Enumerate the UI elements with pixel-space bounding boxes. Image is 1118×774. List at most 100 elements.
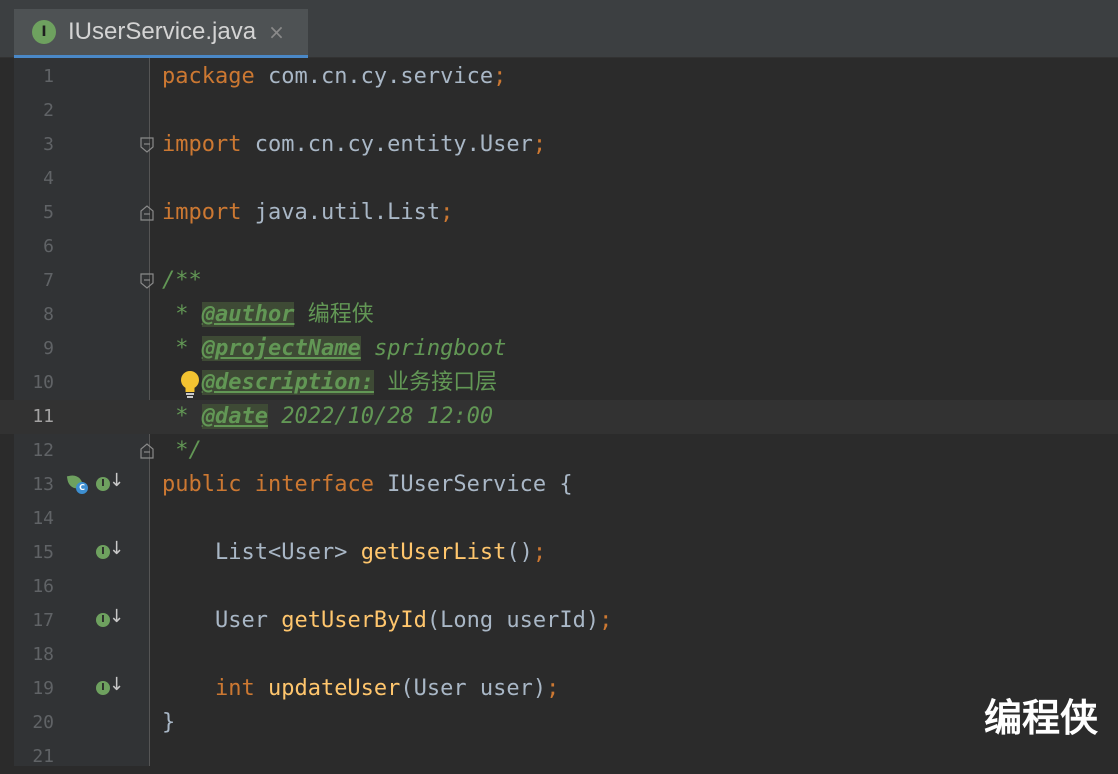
keyword-public: public xyxy=(162,472,242,497)
code-line-8: 8 * @author 编程侠 xyxy=(0,298,1118,332)
code-line-20: 20 } xyxy=(0,706,1118,740)
code-line-16: 16 xyxy=(0,570,1118,604)
fold-open-icon[interactable] xyxy=(140,273,154,289)
code-line-15: 15 I ↓ List<User> getUserList(); xyxy=(0,536,1118,570)
import-path: com.cn.cy.entity.User xyxy=(241,132,533,157)
down-arrow-icon: ↓ xyxy=(109,606,125,627)
code-line-2: 2 xyxy=(0,94,1118,128)
doc-tag-description: @description: xyxy=(201,370,374,395)
method-updateuser: updateUser xyxy=(254,676,401,701)
line-number: 16 xyxy=(32,576,54,597)
lightbulb-icon[interactable] xyxy=(178,369,202,399)
line-number: 7 xyxy=(43,270,54,291)
code-line-14: 14 xyxy=(0,502,1118,536)
down-arrow-icon: ↓ xyxy=(109,538,125,559)
doc-date-value: 2022/10/28 12:00 xyxy=(267,404,494,429)
method-params: (Long userId) xyxy=(426,608,600,633)
line-number: 18 xyxy=(32,644,54,665)
line-number: 21 xyxy=(32,746,54,767)
fold-close-icon[interactable] xyxy=(140,443,154,459)
down-arrow-icon: ↓ xyxy=(109,470,125,491)
doc-description-value: 业务接口层 xyxy=(373,370,498,395)
doc-tag-projectname: @projectName xyxy=(201,336,361,361)
keyword-interface: interface xyxy=(241,472,374,497)
code-line-6: 6 xyxy=(0,230,1118,264)
doc-tag-author: @author xyxy=(201,302,295,327)
javadoc-open: /** xyxy=(162,268,202,293)
implemented-badge: I xyxy=(96,545,110,559)
fold-open-icon[interactable] xyxy=(140,137,154,153)
line-number: 17 xyxy=(32,610,54,631)
down-arrow-icon: ↓ xyxy=(109,674,125,695)
code-line-17: 17 I ↓ User getUserById(Long userId); xyxy=(0,604,1118,638)
line-number: 15 xyxy=(32,542,54,563)
editor-tab-bar: I IUserService.java × xyxy=(0,0,1118,58)
spring-bean-badge: C xyxy=(76,482,88,494)
line-number: 14 xyxy=(32,508,54,529)
code-line-12: 12 */ xyxy=(0,434,1118,468)
line-number: 8 xyxy=(43,304,54,325)
semicolon: ; xyxy=(532,132,547,157)
package-name: com.cn.cy.service xyxy=(254,64,494,89)
line-number: 11 xyxy=(32,406,54,427)
line-number: 2 xyxy=(43,100,54,121)
implemented-badge: I xyxy=(96,681,110,695)
code-line-3: 3 import com.cn.cy.entity.User; xyxy=(0,128,1118,162)
code-line-10: 10 @description: 业务接口层 xyxy=(0,366,1118,400)
semicolon: ; xyxy=(440,200,454,225)
tab-iuserservice[interactable]: I IUserService.java × xyxy=(14,9,308,58)
doc-star: * xyxy=(162,302,202,327)
interface-file-icon: I xyxy=(32,20,56,44)
doc-star: * xyxy=(162,404,202,429)
close-icon[interactable]: × xyxy=(268,20,285,44)
code-line-7: 7 /** xyxy=(0,264,1118,298)
code-line-1: 1 package com.cn.cy.service; xyxy=(0,60,1118,94)
implemented-icon[interactable]: I ↓ xyxy=(96,538,124,564)
keyword-int: int xyxy=(162,676,255,701)
code-line-13: 13 C I ↓ public interface IUserService { xyxy=(0,468,1118,502)
semicolon: ; xyxy=(532,540,547,565)
fold-close-icon[interactable] xyxy=(140,205,154,221)
implemented-badge: I xyxy=(96,613,110,627)
open-brace: { xyxy=(546,472,573,497)
doc-star: * xyxy=(162,336,202,361)
line-number: 6 xyxy=(43,236,54,257)
return-type: User xyxy=(162,608,282,633)
import-path: java.util.List xyxy=(241,200,441,225)
keyword-import: import xyxy=(162,132,242,157)
javadoc-close: */ xyxy=(162,438,202,463)
implemented-icon[interactable]: I ↓ xyxy=(96,470,124,496)
implemented-icon[interactable]: I ↓ xyxy=(96,606,124,632)
line-number: 9 xyxy=(43,338,54,359)
semicolon: ; xyxy=(599,608,613,633)
code-line-21: 21 xyxy=(0,740,1118,774)
implemented-badge: I xyxy=(96,477,110,491)
method-params: () xyxy=(506,540,533,565)
close-brace: } xyxy=(162,710,176,735)
method-params: (User user) xyxy=(400,676,547,701)
method-getuserbyid: getUserById xyxy=(281,608,427,633)
line-number: 3 xyxy=(43,134,54,155)
doc-tag-date: @date xyxy=(201,404,268,429)
return-type: List<User> xyxy=(162,540,361,565)
doc-author-value: 编程侠 xyxy=(294,302,374,327)
semicolon: ; xyxy=(493,64,507,89)
code-line-9: 9 * @projectName springboot xyxy=(0,332,1118,366)
spring-bean-icon[interactable]: C xyxy=(66,473,90,496)
line-number: 12 xyxy=(32,440,54,461)
keyword-import: import xyxy=(162,200,242,225)
line-number: 10 xyxy=(32,372,54,393)
code-line-5: 5 import java.util.List; xyxy=(0,196,1118,230)
line-number: 4 xyxy=(43,168,54,189)
doc-projectname-value: springboot xyxy=(360,336,507,361)
line-number: 19 xyxy=(32,678,54,699)
interface-name: IUserService xyxy=(373,472,547,497)
implemented-icon[interactable]: I ↓ xyxy=(96,674,124,700)
code-editor[interactable]: 1 package com.cn.cy.service; 2 3 import … xyxy=(0,58,1118,767)
line-number: 1 xyxy=(43,66,54,87)
line-number: 20 xyxy=(32,712,54,733)
line-number: 5 xyxy=(43,202,54,223)
keyword-package: package xyxy=(162,64,255,89)
watermark: 编程侠 xyxy=(983,696,1098,740)
code-line-18: 18 xyxy=(0,638,1118,672)
